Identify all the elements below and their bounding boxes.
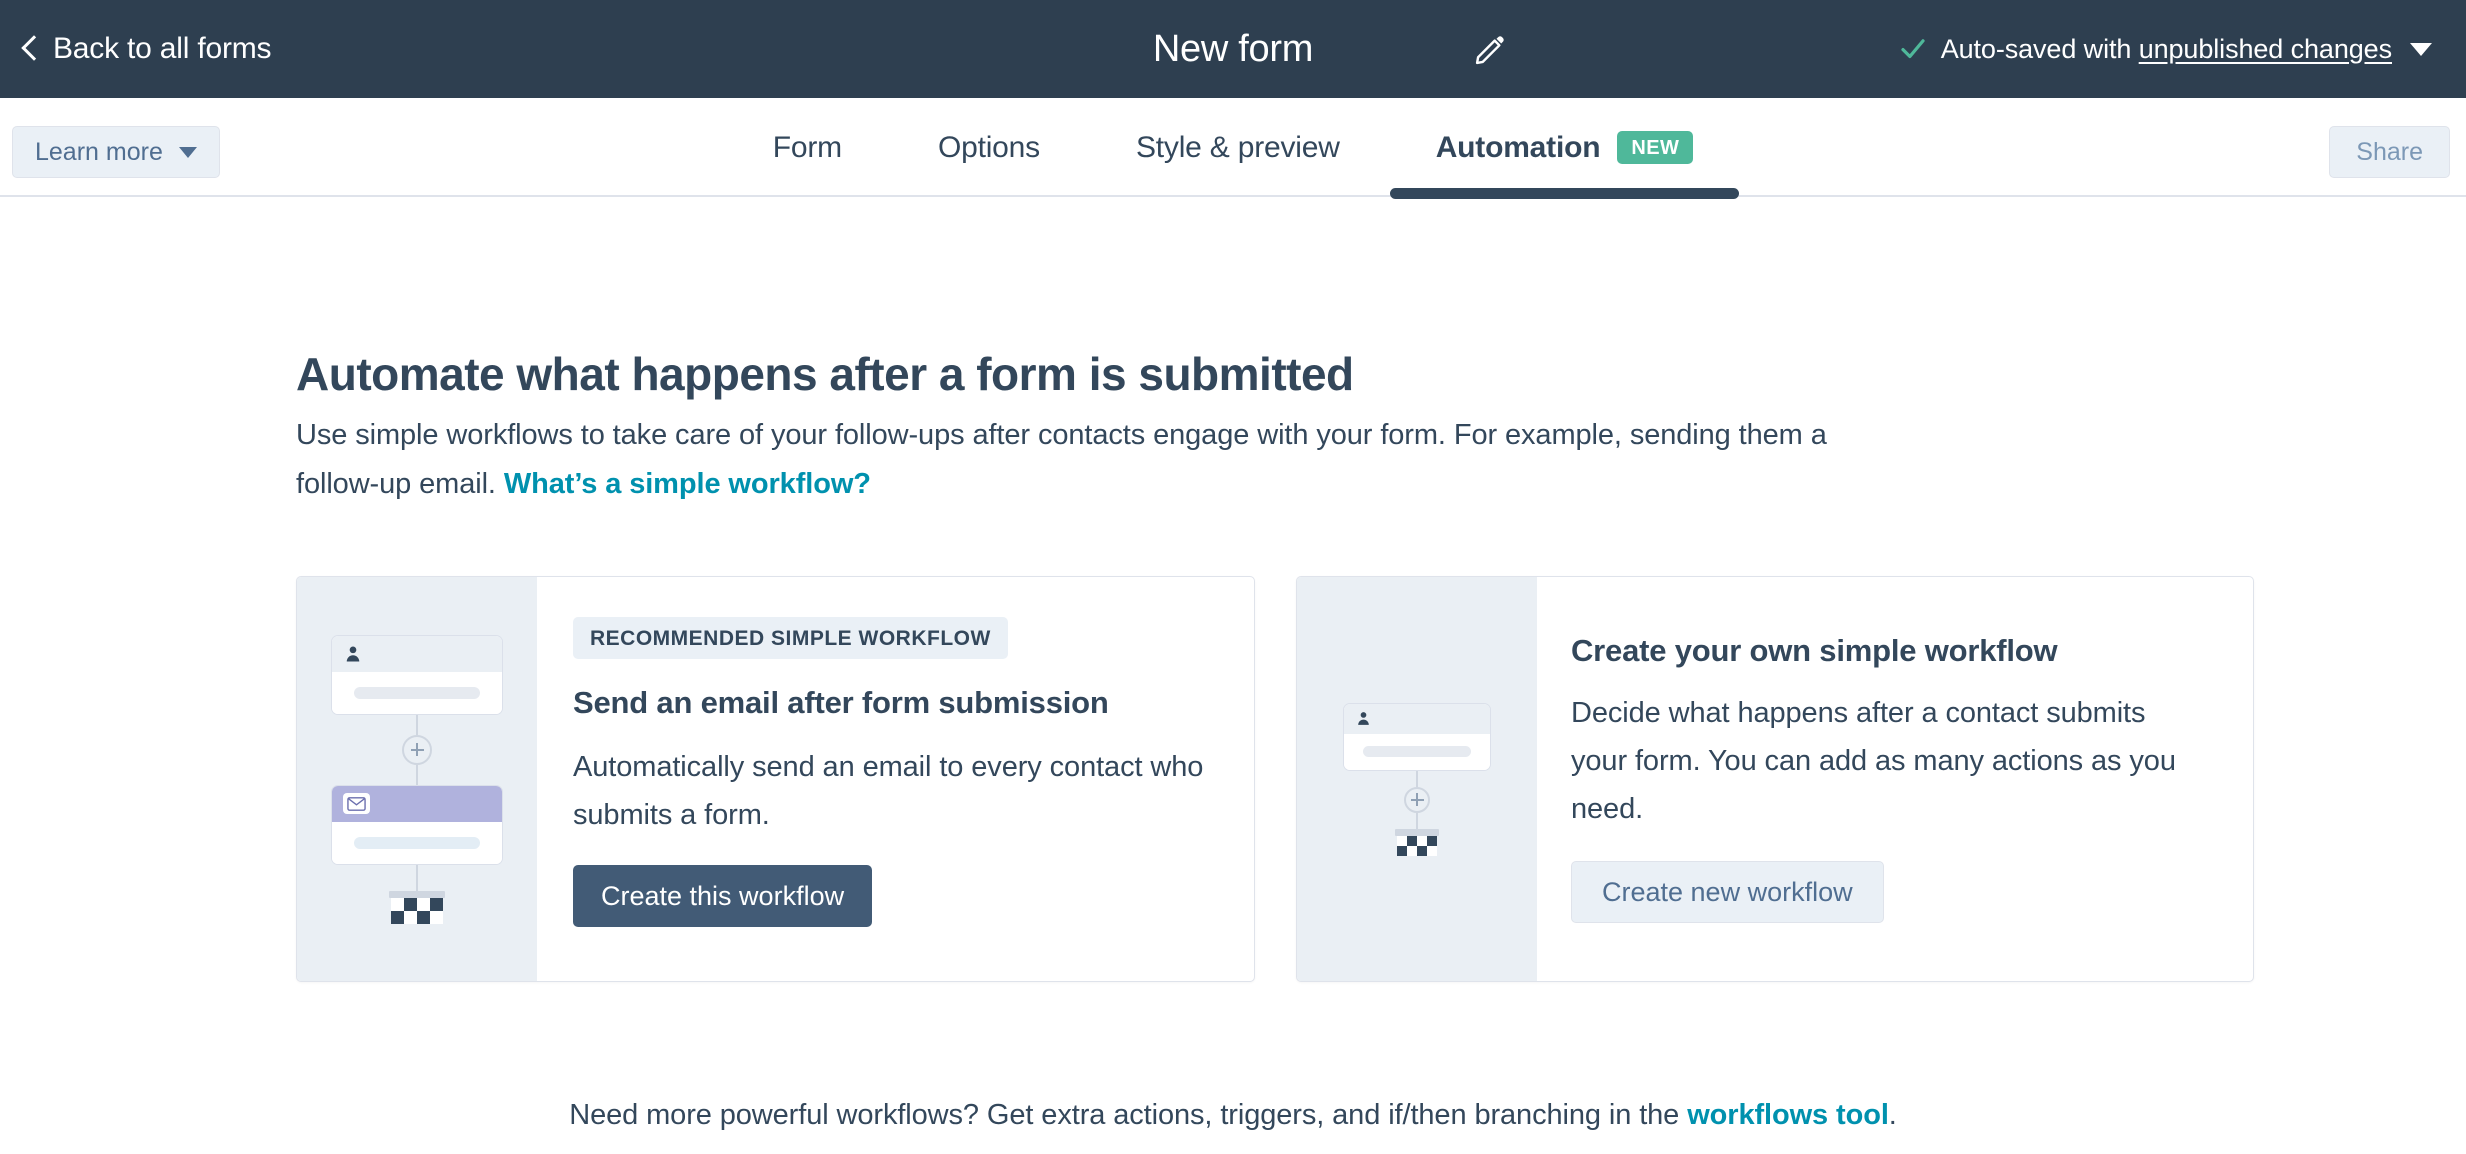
share-button[interactable]: Share — [2329, 126, 2450, 178]
tab-automation-label: Automation — [1435, 130, 1601, 164]
add-action-plus-icon[interactable] — [402, 734, 432, 765]
workflow-node-contact — [1343, 702, 1491, 771]
checkered-flag-icon — [1395, 828, 1439, 856]
workflow-node-header — [1344, 703, 1490, 734]
workflows-tool-link[interactable]: workflows tool — [1687, 1099, 1889, 1131]
workflow-node-placeholder-bar — [354, 686, 480, 699]
tab-automation[interactable]: Automation NEW — [1388, 98, 1742, 199]
workflow-card-title: Create your own simple workflow — [1571, 633, 2058, 668]
workflow-connector-line — [1416, 770, 1418, 787]
envelope-icon-wrapper — [343, 793, 370, 814]
top-bar: Back to all forms New form Auto-saved wi… — [0, 0, 2466, 98]
workflow-node-placeholder-bar — [1363, 746, 1471, 757]
new-badge: NEW — [1617, 131, 1694, 164]
edit-form-name-button[interactable] — [1470, 30, 1510, 70]
check-icon — [1901, 39, 1925, 59]
tab-options[interactable]: Options — [890, 98, 1088, 197]
workflow-connector-line — [1416, 812, 1418, 829]
workflow-illustration-contact-end — [1297, 577, 1537, 981]
add-action-plus-icon[interactable] — [1404, 786, 1430, 813]
workflow-node-body — [1344, 733, 1490, 770]
flag-checker-grid — [391, 897, 443, 924]
save-status-text: Auto-saved with unpublished changes — [1941, 34, 2392, 65]
workflow-node-header — [332, 785, 502, 822]
workflow-illustration-contact-email-end — [297, 577, 537, 981]
workflow-diagram — [1343, 702, 1491, 856]
workflow-card-recommended: RECOMMENDED SIMPLE WORKFLOW Send an emai… — [296, 576, 1255, 982]
active-tab-indicator — [1389, 188, 1740, 199]
workflow-connector-line — [416, 764, 418, 785]
workflows-tool-note: Need more powerful workflows? Get extra … — [0, 1099, 2466, 1132]
workflow-card-content: RECOMMENDED SIMPLE WORKFLOW Send an emai… — [537, 577, 1254, 981]
flag-checker-grid — [1397, 835, 1437, 856]
workflow-diagram — [331, 634, 503, 924]
save-status[interactable]: Auto-saved with unpublished changes — [1898, 34, 2432, 65]
chevron-down-icon[interactable] — [2410, 42, 2432, 56]
save-status-prefix: Auto-saved with — [1940, 33, 2139, 64]
workflow-node-email — [331, 784, 503, 865]
tab-style-and-preview[interactable]: Style & preview — [1088, 98, 1388, 197]
tab-form-label: Form — [772, 130, 842, 164]
workflow-card-description: Automatically send an email to every con… — [573, 751, 1204, 831]
contact-icon — [1358, 712, 1369, 725]
page-subtext: Use simple workflows to take care of you… — [296, 411, 1856, 509]
contact-icon — [346, 646, 360, 661]
tab-form[interactable]: Form — [725, 98, 890, 197]
page-headline: Automate what happens after a form is su… — [296, 348, 1354, 400]
whats-a-simple-workflow-link[interactable]: What’s a simple workflow? — [504, 468, 871, 500]
create-new-workflow-button[interactable]: Create new workflow — [1571, 861, 1884, 923]
workflow-card-description: Decide what happens after a contact subm… — [1571, 697, 2176, 825]
create-this-workflow-button[interactable]: Create this workflow — [573, 865, 873, 927]
workflow-node-placeholder-bar — [354, 836, 480, 849]
flag-pole — [1395, 828, 1439, 836]
flag-pole — [389, 890, 445, 898]
workflow-card-custom: Create your own simple workflow Decide w… — [1296, 576, 2254, 982]
editor-tabs: Form Options Style & preview Automation … — [0, 98, 2466, 199]
workflow-card-title: Send an email after form submission — [573, 685, 1109, 720]
workflow-card-content: Create your own simple workflow Decide w… — [1537, 577, 2253, 981]
workflows-tool-note-suffix: . — [1888, 1099, 1897, 1131]
tab-style-and-preview-label: Style & preview — [1135, 130, 1340, 164]
workflow-connector-line — [416, 714, 418, 735]
pencil-icon — [1475, 36, 1504, 65]
workflow-node-body — [332, 821, 502, 864]
form-editor-page: Back to all forms New form Auto-saved wi… — [0, 0, 2466, 1154]
envelope-icon — [347, 796, 366, 811]
workflow-node-header — [332, 635, 502, 672]
workflow-node-contact — [331, 634, 503, 715]
recommended-badge: RECOMMENDED SIMPLE WORKFLOW — [573, 617, 1008, 659]
tab-options-label: Options — [937, 130, 1040, 164]
workflows-tool-note-prefix: Need more powerful workflows? Get extra … — [569, 1099, 1688, 1131]
unpublished-changes-link[interactable]: unpublished changes — [2139, 34, 2392, 64]
workflow-connector-line — [416, 864, 418, 891]
workflow-node-body — [332, 671, 502, 714]
share-label: Share — [2356, 137, 2423, 166]
checkered-flag-icon — [389, 890, 445, 924]
